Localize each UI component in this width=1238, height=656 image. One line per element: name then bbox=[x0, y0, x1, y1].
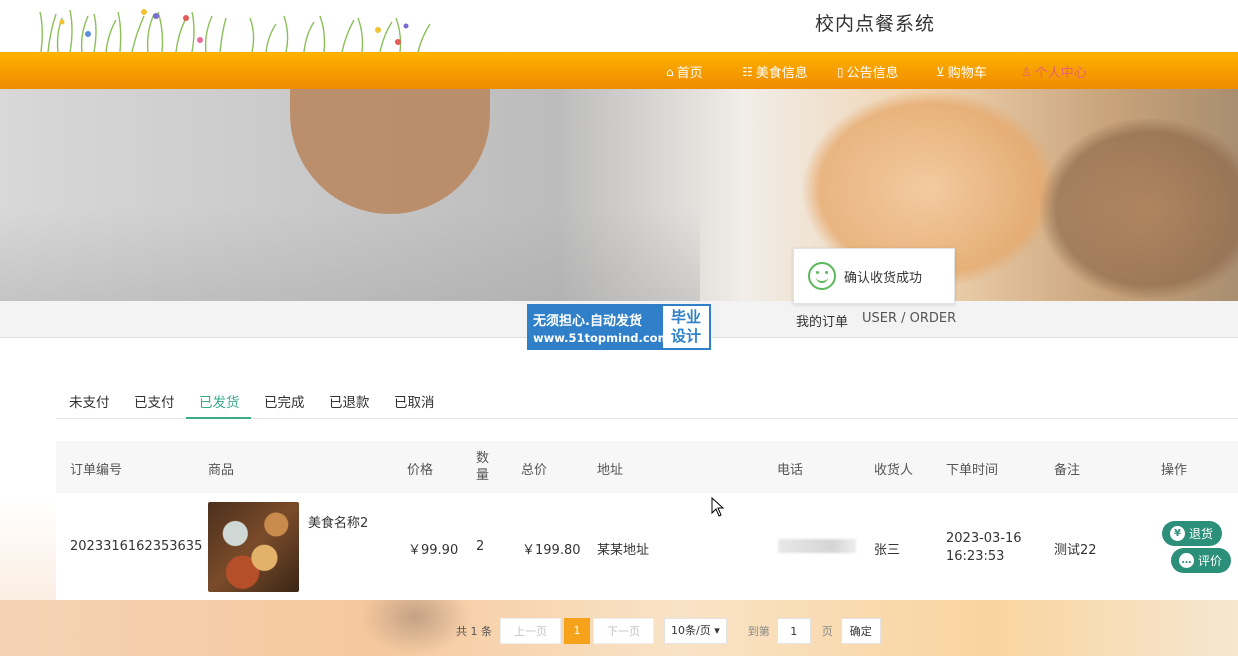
grass-flowers-decoration bbox=[39, 9, 431, 52]
goto-confirm-button[interactable]: 确定 bbox=[840, 618, 881, 644]
review-button[interactable]: … 评价 bbox=[1171, 548, 1232, 573]
chevron-down-icon: ▾ bbox=[714, 624, 720, 637]
th-total: 总价 bbox=[521, 463, 548, 478]
th-address: 地址 bbox=[597, 463, 624, 478]
food-icon: ☷ bbox=[742, 64, 753, 79]
watermark-badge-line1: 毕业 bbox=[670, 308, 701, 326]
order-status-tabs: 未支付 已支付 已发货 已完成 已退款 已取消 bbox=[56, 383, 1238, 419]
total-count: 共 1 条 bbox=[456, 625, 492, 638]
th-price: 价格 bbox=[407, 463, 434, 478]
main-nav: ⌂ 首页 ☷ 美食信息 ▯ 公告信息 ⊻ 购物车 ♙ 个人中心 bbox=[0, 52, 1238, 89]
nav-item-home[interactable]: ⌂ 首页 bbox=[666, 62, 703, 82]
order-time-value: 2023-03-16 16:23:53 bbox=[946, 530, 1022, 566]
watermark-line1: 无须担心.自动发货 bbox=[533, 314, 642, 329]
prev-page-button[interactable]: 上一页 bbox=[500, 618, 561, 644]
nav-label: 美食信息 bbox=[755, 66, 808, 81]
th-qty: 数 量 bbox=[476, 450, 489, 484]
th-receiver: 收货人 bbox=[874, 463, 914, 478]
yen-icon: ¥ bbox=[1170, 526, 1185, 541]
product-thumbnail bbox=[208, 502, 299, 592]
order-date: 2023-03-16 bbox=[946, 531, 1022, 546]
phone-value-redacted bbox=[778, 539, 856, 553]
goto-page-input[interactable]: 1 bbox=[776, 618, 811, 644]
nav-label: 购物车 bbox=[947, 66, 987, 81]
nav-label: 公告信息 bbox=[846, 66, 899, 81]
th-phone: 电话 bbox=[777, 463, 804, 478]
tab-unpaid[interactable]: 未支付 bbox=[69, 391, 110, 411]
page-size-select[interactable]: 10条/页 ▾ bbox=[664, 618, 727, 644]
current-page[interactable]: 1 bbox=[564, 618, 590, 644]
order-number: 2023316162353635 bbox=[70, 539, 203, 554]
pagination: 共 1 条 上一页 1 下一页 10条/页 ▾ 到第 1 页 确定 bbox=[456, 618, 881, 644]
notice-icon: ▯ bbox=[837, 64, 844, 79]
qty-value: 2 bbox=[476, 539, 485, 554]
comment-icon: … bbox=[1179, 553, 1194, 568]
tab-refunded[interactable]: 已退款 bbox=[329, 391, 370, 411]
user-icon: ♙ bbox=[1021, 64, 1032, 79]
site-title: 校内点餐系统 bbox=[815, 13, 936, 35]
page-size-value: 10条/页 bbox=[671, 624, 711, 637]
nav-item-notice[interactable]: ▯ 公告信息 bbox=[837, 62, 899, 82]
mouse-cursor-icon bbox=[711, 497, 725, 517]
watermark-badge-line2: 设计 bbox=[670, 327, 701, 345]
nav-item-cart[interactable]: ⊻ 购物车 bbox=[936, 62, 987, 82]
nav-item-user-center[interactable]: ♙ 个人中心 bbox=[1021, 62, 1087, 82]
review-label: 评价 bbox=[1198, 554, 1223, 568]
order-clock: 16:23:53 bbox=[946, 549, 1005, 564]
toast-message: 确认收货成功 bbox=[844, 270, 923, 286]
tab-completed[interactable]: 已完成 bbox=[264, 391, 305, 411]
smile-icon bbox=[808, 262, 836, 290]
table-header: 订单编号 商品 价格 数 量 总价 地址 电话 收货人 下单时间 备注 操作 bbox=[56, 441, 1238, 493]
next-page-button[interactable]: 下一页 bbox=[593, 618, 654, 644]
th-qty-line1: 数 bbox=[476, 451, 490, 466]
success-toast: 确认收货成功 bbox=[793, 248, 955, 304]
active-tab-indicator bbox=[186, 417, 251, 419]
receiver-value: 张三 bbox=[874, 543, 901, 558]
refund-label: 退货 bbox=[1189, 527, 1214, 541]
nav-label: 首页 bbox=[676, 66, 703, 81]
goto-label: 到第 bbox=[747, 625, 770, 638]
banner-image bbox=[0, 89, 1238, 301]
address-value: 某某地址 bbox=[597, 543, 650, 558]
th-order-no: 订单编号 bbox=[70, 463, 123, 478]
product-name: 美食名称2 bbox=[308, 516, 369, 531]
cart-icon: ⊻ bbox=[936, 64, 945, 79]
tab-cancelled[interactable]: 已取消 bbox=[394, 391, 435, 411]
nav-item-food[interactable]: ☷ 美食信息 bbox=[742, 62, 808, 82]
total-value: ￥199.80 bbox=[522, 543, 581, 558]
th-product: 商品 bbox=[208, 463, 235, 478]
remark-value: 测试22 bbox=[1054, 543, 1097, 558]
home-icon: ⌂ bbox=[666, 64, 674, 79]
refund-button[interactable]: ¥ 退货 bbox=[1162, 521, 1223, 546]
top-header: 校内点餐系统 bbox=[0, 0, 1238, 52]
page-title: 我的订单 bbox=[796, 315, 849, 330]
bottom-background-figure bbox=[360, 600, 470, 656]
page-subtitle: USER / ORDER bbox=[862, 311, 957, 326]
tab-paid[interactable]: 已支付 bbox=[134, 391, 175, 411]
watermark-badge: 无须担心.自动发货 www.51topmind.com 毕业 设计 bbox=[527, 304, 711, 350]
price-value: ￥99.90 bbox=[408, 543, 459, 558]
th-qty-line2: 量 bbox=[476, 468, 490, 483]
watermark-line2: www.51topmind.com bbox=[533, 331, 670, 345]
tab-shipped[interactable]: 已发货 bbox=[199, 391, 240, 411]
page-unit-label: 页 bbox=[821, 625, 833, 638]
th-order-time: 下单时间 bbox=[946, 463, 999, 478]
th-action: 操作 bbox=[1161, 463, 1188, 478]
order-table: 订单编号 商品 价格 数 量 总价 地址 电话 收货人 下单时间 备注 操作 2… bbox=[56, 441, 1238, 600]
th-remark: 备注 bbox=[1054, 463, 1081, 478]
nav-label: 个人中心 bbox=[1034, 66, 1087, 81]
